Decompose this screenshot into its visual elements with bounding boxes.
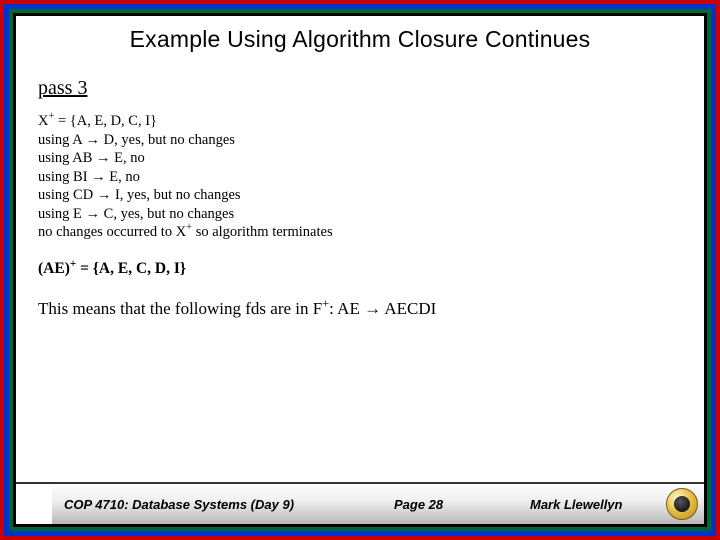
text: X xyxy=(38,113,48,129)
slide-title: Example Using Algorithm Closure Continue… xyxy=(38,26,682,53)
trace-line: using CD → I, yes, but no changes xyxy=(38,186,682,205)
text: no changes occurred to X xyxy=(38,224,186,240)
slide-content: Example Using Algorithm Closure Continue… xyxy=(16,16,704,482)
trace-line: no changes occurred to X+ so algorithm t… xyxy=(38,223,682,242)
trace-line: X+ = {A, E, D, C, I} xyxy=(38,112,682,131)
ucf-logo-icon xyxy=(666,488,698,520)
footer-course: COP 4710: Database Systems (Day 9) xyxy=(64,497,294,512)
conclusion-text: This means that the following fds are in… xyxy=(38,298,682,321)
text: = {A, E, C, D, I} xyxy=(76,260,186,277)
slide-frame-blue: Example Using Algorithm Closure Continue… xyxy=(4,4,716,536)
slide-frame-outer: Example Using Algorithm Closure Continue… xyxy=(0,0,720,540)
text: = {A, E, D, C, I} xyxy=(54,113,157,129)
trace-line: using AB → E, no xyxy=(38,149,682,168)
text: so algorithm terminates xyxy=(192,224,333,240)
trace-line: using BI → E, no xyxy=(38,168,682,187)
footer-gap xyxy=(16,484,52,524)
trace-line: using A → D, yes, but no changes xyxy=(38,131,682,150)
text: (AE) xyxy=(38,260,70,277)
slide-frame-green: Example Using Algorithm Closure Continue… xyxy=(9,9,711,531)
trace-line: using E → C, yes, but no changes xyxy=(38,205,682,224)
pass-heading: pass 3 xyxy=(38,77,682,100)
text: : AE → AECDI xyxy=(329,299,436,318)
footer-page: Page 28 xyxy=(394,497,443,512)
closure-result: (AE)+ = {A, E, C, D, I} xyxy=(38,260,682,278)
slide-body: Example Using Algorithm Closure Continue… xyxy=(13,13,707,527)
algorithm-trace: X+ = {A, E, D, C, I} using A → D, yes, b… xyxy=(38,112,682,242)
slide-footer: COP 4710: Database Systems (Day 9) Page … xyxy=(16,482,704,524)
text: This means that the following fds are in… xyxy=(38,299,322,318)
footer-author: Mark Llewellyn xyxy=(530,497,622,512)
